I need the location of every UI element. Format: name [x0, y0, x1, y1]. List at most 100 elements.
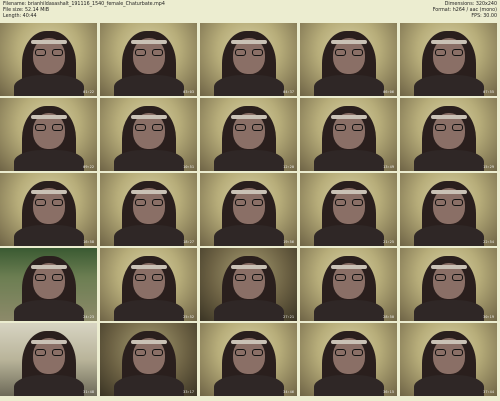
shoulders-shape [214, 75, 284, 96]
headband-shape [31, 40, 67, 44]
glasses-icon [435, 199, 463, 207]
shoulders-shape [114, 375, 184, 396]
glasses-icon [335, 49, 363, 57]
shoulders-shape [314, 225, 384, 246]
glasses-icon [435, 274, 463, 282]
shoulders-shape [114, 300, 184, 321]
shoulders-shape [214, 375, 284, 396]
headband-shape [31, 340, 67, 344]
timestamp-label: 06:06 [383, 90, 394, 94]
glasses-icon [135, 199, 163, 207]
shoulders-shape [414, 300, 484, 321]
video-thumbnail: 28:50 [300, 248, 397, 321]
video-thumbnail: 18:27 [100, 173, 197, 246]
timestamp-label: 24:23 [83, 315, 94, 319]
timestamp-label: 10:51 [183, 165, 194, 169]
headband-shape [331, 265, 367, 269]
video-thumbnail: 01:22 [0, 23, 97, 96]
headband-shape [231, 40, 267, 44]
shoulders-shape [214, 225, 284, 246]
headband-shape [131, 340, 167, 344]
glasses-icon [435, 49, 463, 57]
glasses-icon [35, 49, 63, 57]
headband-shape [131, 115, 167, 119]
glasses-icon [35, 124, 63, 132]
timestamp-label: 34:46 [283, 390, 294, 394]
timestamp-label: 15:29 [483, 165, 494, 169]
shoulders-shape [14, 150, 84, 171]
glasses-icon [335, 199, 363, 207]
shoulders-shape [14, 225, 84, 246]
headband-shape [431, 40, 467, 44]
headband-shape [131, 40, 167, 44]
headband-shape [431, 340, 467, 344]
timestamp-label: 12:20 [283, 165, 294, 169]
glasses-icon [35, 199, 63, 207]
glasses-icon [235, 199, 263, 207]
glasses-icon [335, 349, 363, 357]
video-thumbnail: 31:48 [0, 323, 97, 396]
headband-shape [31, 265, 67, 269]
headband-shape [431, 115, 467, 119]
video-thumbnail: 36:15 [300, 323, 397, 396]
timestamp-label: 18:27 [183, 240, 194, 244]
timestamp-label: 16:58 [83, 240, 94, 244]
video-thumbnail: 22:54 [400, 173, 497, 246]
headband-shape [331, 340, 367, 344]
video-info: Dimensions: 320x240 Format: h264 / aac (… [433, 2, 497, 21]
video-thumbnail: 19:56 [200, 173, 297, 246]
shoulders-shape [114, 150, 184, 171]
video-thumbnail: 09:22 [0, 98, 97, 171]
timestamp-label: 13:49 [383, 165, 394, 169]
timestamp-label: 36:15 [383, 390, 394, 394]
headband-shape [31, 190, 67, 194]
timestamp-label: 19:56 [283, 240, 294, 244]
video-thumbnail: 04:37 [200, 23, 297, 96]
timestamp-label: 28:50 [383, 315, 394, 319]
video-thumbnail: 27:21 [200, 248, 297, 321]
video-thumbnail: 10:51 [100, 98, 197, 171]
shoulders-shape [14, 375, 84, 396]
timestamp-label: 25:52 [183, 315, 194, 319]
shoulders-shape [414, 225, 484, 246]
glasses-icon [235, 124, 263, 132]
glasses-icon [235, 349, 263, 357]
timestamp-label: 03:03 [183, 90, 194, 94]
headband-shape [231, 265, 267, 269]
timestamp-label: 27:21 [283, 315, 294, 319]
glasses-icon [435, 124, 463, 132]
timestamp-label: 31:48 [83, 390, 94, 394]
shoulders-shape [114, 225, 184, 246]
video-thumbnail: 24:23 [0, 248, 97, 321]
shoulders-shape [314, 150, 384, 171]
video-thumbnail: 15:29 [400, 98, 497, 171]
headband-shape [431, 190, 467, 194]
shoulders-shape [14, 75, 84, 96]
video-thumbnail: 33:17 [100, 323, 197, 396]
timestamp-label: 22:54 [483, 240, 494, 244]
shoulders-shape [414, 375, 484, 396]
video-thumbnail: 06:06 [300, 23, 397, 96]
timestamp-label: 09:22 [83, 165, 94, 169]
shoulders-shape [214, 150, 284, 171]
glasses-icon [135, 49, 163, 57]
timestamp-label: 01:22 [83, 90, 94, 94]
glasses-icon [435, 349, 463, 357]
glasses-icon [35, 274, 63, 282]
glasses-icon [35, 349, 63, 357]
shoulders-shape [314, 375, 384, 396]
shoulders-shape [314, 75, 384, 96]
timestamp-label: 07:55 [483, 90, 494, 94]
video-thumbnail: 34:46 [200, 323, 297, 396]
video-thumbnail: 12:20 [200, 98, 297, 171]
headband-shape [331, 40, 367, 44]
video-thumbnail: 07:55 [400, 23, 497, 96]
timestamp-label: 33:17 [183, 390, 194, 394]
video-thumbnail: 13:49 [300, 98, 397, 171]
headband-shape [331, 190, 367, 194]
headband-shape [331, 115, 367, 119]
glasses-icon [235, 274, 263, 282]
headband-shape [231, 115, 267, 119]
info-header: Filename: brianhildasashalt_191116_1540_… [0, 0, 500, 22]
fps-text: FPS: 30.00 [471, 14, 497, 20]
